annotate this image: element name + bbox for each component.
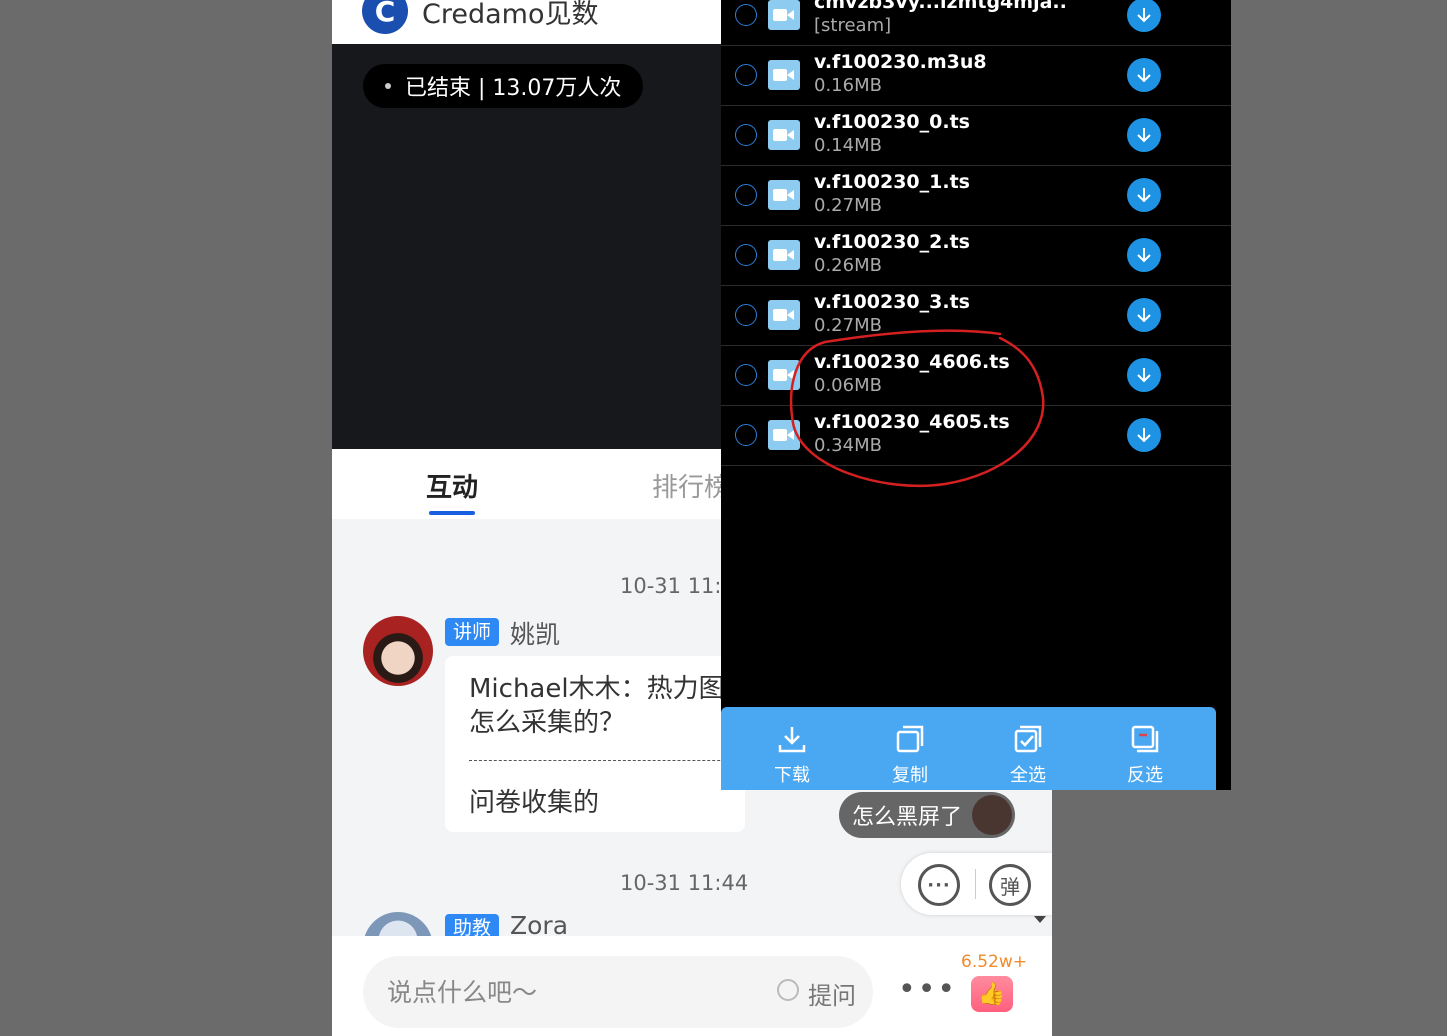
download-arrow-icon[interactable] <box>1127 118 1161 152</box>
video-file-icon <box>768 60 800 90</box>
file-select-radio[interactable] <box>735 64 757 86</box>
file-select-radio[interactable] <box>735 184 757 206</box>
file-row[interactable]: v.f100230_1.ts 0.27MB <box>721 165 1231 226</box>
file-size: 0.06MB <box>814 375 882 396</box>
message-timestamp: 10-31 11:3 <box>620 574 735 598</box>
select-all-icon <box>988 721 1068 757</box>
file-name: v.f100230_0.ts <box>814 111 970 133</box>
file-size: 0.34MB <box>814 435 882 456</box>
floating-actions: ··· 弹 <box>901 853 1052 915</box>
invert-selection-icon <box>1105 721 1185 757</box>
download-label: 下载 <box>774 765 810 786</box>
input-bar: 提问 ••• 6.52w+ 👍 <box>332 936 1052 1036</box>
file-name: cmvzb3vy...lzmtg4mja.. <box>814 0 1067 13</box>
file-row[interactable]: v.f100230_4605.ts 0.34MB <box>721 405 1231 466</box>
tab-interaction[interactable]: 互动 <box>426 467 478 504</box>
danmu-avatar <box>972 795 1013 835</box>
file-select-radio[interactable] <box>735 304 757 326</box>
video-file-icon <box>768 120 800 150</box>
username: 姚凯 <box>510 620 561 649</box>
file-name: v.f100230_2.ts <box>814 231 970 253</box>
video-file-icon <box>768 300 800 330</box>
video-file-icon <box>768 360 800 390</box>
file-row[interactable]: cmvzb3vy...lzmtg4mja.. [stream] <box>721 0 1231 46</box>
file-row[interactable]: v.f100230_2.ts 0.26MB <box>721 225 1231 286</box>
download-icon <box>752 721 832 757</box>
file-name: v.f100230.m3u8 <box>814 51 987 73</box>
avatar[interactable] <box>363 616 433 686</box>
message-timestamp: 10-31 11:44 <box>620 871 749 895</box>
file-row[interactable]: v.f100230_0.ts 0.14MB <box>721 105 1231 166</box>
file-name: v.f100230_3.ts <box>814 291 970 313</box>
popup-toolbar: 下载 复制 全选 反选 <box>721 707 1216 790</box>
video-file-icon <box>768 420 800 450</box>
download-arrow-icon[interactable] <box>1127 0 1161 32</box>
like-count: 6.52w+ <box>961 952 1027 972</box>
file-name: v.f100230_4606.ts <box>814 351 1010 373</box>
answer-text: 问卷收集的 <box>469 788 600 818</box>
file-size: 0.27MB <box>814 315 882 336</box>
file-size: [stream] <box>814 15 892 36</box>
file-select-radio[interactable] <box>735 364 757 386</box>
tab-ranking[interactable]: 排行榜 <box>652 467 730 504</box>
invert-selection-button[interactable]: 反选 <box>1105 721 1185 787</box>
qa-message-card: Michael木木：热力图怎么采集的？ 问卷收集的 <box>445 656 745 832</box>
download-arrow-icon[interactable] <box>1127 358 1161 392</box>
file-select-radio[interactable] <box>735 244 757 266</box>
status-dot-icon <box>385 83 391 89</box>
danmu-toggle-icon[interactable]: 弹 <box>989 864 1031 906</box>
live-status-badge: 已结束 | 13.07万人次 <box>363 64 644 108</box>
download-arrow-icon[interactable] <box>1127 238 1161 272</box>
video-file-icon <box>768 0 800 30</box>
copy-button[interactable]: 复制 <box>870 721 950 787</box>
copy-label: 复制 <box>892 765 928 786</box>
download-arrow-icon[interactable] <box>1127 418 1161 452</box>
file-select-radio[interactable] <box>735 424 757 446</box>
brand-name: Credamo见数 <box>422 0 599 30</box>
file-size: 0.16MB <box>814 75 882 96</box>
invert-selection-label: 反选 <box>1127 765 1163 786</box>
file-row[interactable]: v.f100230_3.ts 0.27MB <box>721 285 1231 346</box>
file-name: v.f100230_4605.ts <box>814 411 1010 433</box>
video-file-icon <box>768 180 800 210</box>
file-row[interactable]: v.f100230.m3u8 0.16MB <box>721 45 1231 106</box>
select-all-button[interactable]: 全选 <box>988 721 1068 787</box>
credamo-logo-icon: C <box>362 0 408 34</box>
chat-bubble-icon[interactable]: ··· <box>918 864 960 906</box>
scroll-down-arrow-icon[interactable] <box>1034 916 1046 923</box>
role-badge-lecturer: 讲师 <box>445 618 500 646</box>
select-all-label: 全选 <box>1010 765 1046 786</box>
ask-question-label[interactable]: 提问 <box>808 976 856 1011</box>
download-arrow-icon[interactable] <box>1127 178 1161 212</box>
file-name: v.f100230_1.ts <box>814 171 970 193</box>
file-select-radio[interactable] <box>735 124 757 146</box>
copy-icon <box>870 721 950 757</box>
media-sniffer-popup: cmvzb3vy...lzmtg4mja.. [stream] v.f100230.… <box>721 0 1231 790</box>
video-file-icon <box>768 240 800 270</box>
qa-divider <box>469 760 745 761</box>
file-row[interactable]: v.f100230_4606.ts 0.06MB <box>721 345 1231 406</box>
live-status-text: 已结束 | 13.07万人次 <box>405 76 622 101</box>
download-arrow-icon[interactable] <box>1127 58 1161 92</box>
download-button[interactable]: 下载 <box>752 721 832 787</box>
file-size: 0.27MB <box>814 195 882 216</box>
ask-question-radio[interactable] <box>777 979 799 1001</box>
danmu-text: 怎么黑屏了 <box>852 805 963 830</box>
file-size: 0.26MB <box>814 255 882 276</box>
float-divider <box>975 869 976 899</box>
more-icon[interactable]: ••• <box>898 972 957 1007</box>
danmu-bubble: 怎么黑屏了 <box>839 792 1016 838</box>
thumbs-up-icon[interactable]: 👍 <box>971 976 1013 1012</box>
question-text: Michael木木：热力图怎么采集的？ <box>469 674 725 738</box>
download-arrow-icon[interactable] <box>1127 298 1161 332</box>
file-size: 0.14MB <box>814 135 882 156</box>
file-select-radio[interactable] <box>735 4 757 26</box>
active-tab-indicator <box>429 511 475 515</box>
